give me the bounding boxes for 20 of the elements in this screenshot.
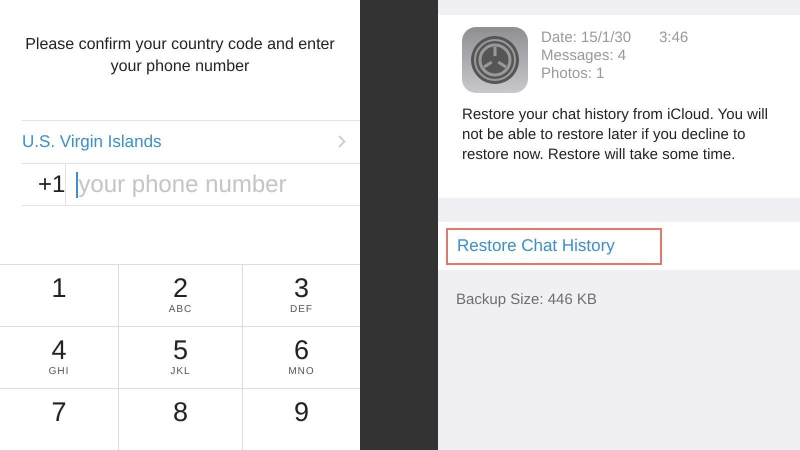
backup-size: Backup Size: 446 KB bbox=[456, 291, 597, 308]
backup-date: Date: 15/1/30 bbox=[541, 29, 632, 47]
keypad-key[interactable]: 1 bbox=[0, 265, 118, 326]
restore-description: Restore your chat history from iCloud. You will not be able to restore later if you decline to restore now. Restore will take some time. bbox=[462, 105, 769, 165]
keypad-key[interactable]: 4 GHI bbox=[0, 327, 118, 388]
keypad-key[interactable]: 9 bbox=[242, 389, 360, 450]
keypad-key[interactable]: 7 bbox=[0, 389, 118, 450]
keypad-key[interactable]: 2 ABC bbox=[118, 265, 242, 326]
keypad-key[interactable]: 3 DEF bbox=[242, 265, 360, 326]
instruction-text: Please confirm your country code and enter your phone number bbox=[24, 35, 336, 77]
phone-number-field[interactable]: your phone number bbox=[66, 164, 388, 206]
keypad-key[interactable]: 6 MNO bbox=[242, 327, 360, 388]
keypad-key[interactable]: 5 JKL bbox=[118, 327, 242, 388]
chevron-right-icon bbox=[338, 135, 346, 148]
photo-count: Photos: 1 bbox=[541, 65, 606, 83]
backup-time: 3:46 bbox=[659, 29, 688, 47]
message-count: Messages: 4 bbox=[541, 47, 628, 65]
settings-icon bbox=[462, 27, 528, 93]
keypad-key[interactable]: 8 bbox=[118, 389, 242, 450]
country-code: +1 bbox=[38, 170, 66, 200]
